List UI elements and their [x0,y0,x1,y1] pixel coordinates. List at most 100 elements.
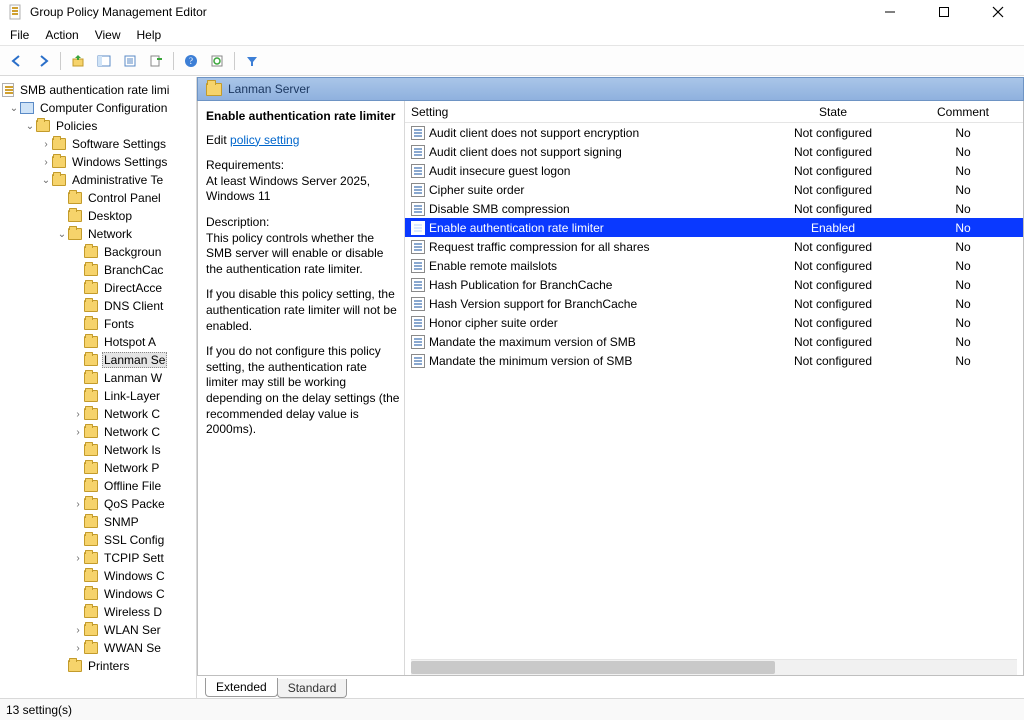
tree-network-item[interactable]: Backgroun [0,243,196,261]
tree-label: Windows C [102,569,167,583]
settings-row[interactable]: Hash Version support for BranchCacheNot … [405,294,1023,313]
tree-network-item[interactable]: DirectAcce [0,279,196,297]
folder-icon [84,246,98,258]
settings-row[interactable]: Audit client does not support signingNot… [405,142,1023,161]
tree-network-item[interactable]: Fonts [0,315,196,333]
collapse-icon[interactable]: ⌄ [56,229,68,240]
tree-software[interactable]: › Software Settings [0,135,196,153]
tree-network[interactable]: ⌄ Network [0,225,196,243]
menu-view[interactable]: View [95,28,121,42]
window-title: Group Policy Management Editor [30,5,872,19]
properties-button[interactable] [119,50,141,72]
tree-network-item[interactable]: Hotspot A [0,333,196,351]
toolbar-separator [60,52,61,70]
up-button[interactable] [67,50,89,72]
forward-button[interactable] [32,50,54,72]
help-button[interactable]: ? [180,50,202,72]
expand-icon[interactable]: › [40,139,52,150]
show-hide-tree-button[interactable] [93,50,115,72]
expand-icon[interactable]: › [72,499,84,510]
tree-network-item[interactable]: ›TCPIP Sett [0,549,196,567]
tree-network-item[interactable]: SNMP [0,513,196,531]
settings-row[interactable]: Audit client does not support encryption… [405,123,1023,142]
filter-button[interactable] [241,50,263,72]
expand-icon[interactable]: › [72,409,84,420]
scroll-thumb[interactable] [411,661,775,674]
settings-row[interactable]: Mandate the minimum version of SMBNot co… [405,351,1023,370]
tree-network-item[interactable]: Windows C [0,585,196,603]
tree-desktop[interactable]: Desktop [0,207,196,225]
settings-row[interactable]: Cipher suite orderNot configuredNo [405,180,1023,199]
tree-computer-config[interactable]: ⌄ Computer Configuration [0,99,196,117]
tree-network-item[interactable]: ›QoS Packe [0,495,196,513]
tree-printers[interactable]: Printers [0,657,196,675]
expand-icon[interactable]: › [40,157,52,168]
expand-icon[interactable]: › [72,625,84,636]
settings-row[interactable]: Mandate the maximum version of SMBNot co… [405,332,1023,351]
collapse-icon[interactable]: ⌄ [40,175,52,186]
expand-icon[interactable]: › [72,643,84,654]
settings-row[interactable]: Audit insecure guest logonNot configured… [405,161,1023,180]
tree-network-item[interactable]: ›WWAN Se [0,639,196,657]
folder-icon [84,534,98,546]
expand-icon[interactable]: › [72,553,84,564]
maximize-button[interactable] [926,0,962,24]
col-state[interactable]: State [763,105,903,119]
tree-network-item[interactable]: Windows C [0,567,196,585]
tree-admin[interactable]: ⌄ Administrative Te [0,171,196,189]
close-button[interactable] [980,0,1016,24]
collapse-icon[interactable]: ⌄ [24,121,36,132]
menu-action[interactable]: Action [45,28,78,42]
export-button[interactable] [145,50,167,72]
folder-icon [84,282,98,294]
expand-icon[interactable]: › [72,427,84,438]
setting-state: Not configured [763,335,903,349]
folder-icon [36,120,50,132]
edit-policy-link[interactable]: policy setting [230,133,299,147]
setting-icon [411,278,425,292]
back-button[interactable] [6,50,28,72]
settings-row[interactable]: Honor cipher suite orderNot configuredNo [405,313,1023,332]
tree-network-item[interactable]: › WLAN Ser [0,621,196,639]
tree-network-item[interactable]: BranchCac [0,261,196,279]
minimize-button[interactable] [872,0,908,24]
tree-network-item[interactable]: Network P [0,459,196,477]
tree-label: Windows C [102,587,167,601]
tree-root[interactable]: SMB authentication rate limi [0,81,196,99]
tree-network-item[interactable]: Offline File [0,477,196,495]
tree-network-item[interactable]: SSL Config [0,531,196,549]
collapse-icon[interactable]: ⌄ [8,103,20,114]
tree-policies[interactable]: ⌄ Policies [0,117,196,135]
refresh-button[interactable] [206,50,228,72]
tree-network-item[interactable]: Lanman W [0,369,196,387]
body-split: Enable authentication rate limiter Edit … [197,101,1024,676]
settings-row[interactable]: Enable authentication rate limiterEnable… [405,218,1023,237]
col-setting[interactable]: Setting [405,105,763,119]
setting-name: Enable authentication rate limiter [429,221,763,235]
settings-row[interactable]: Hash Publication for BranchCacheNot conf… [405,275,1023,294]
tree-network-item[interactable]: Wireless D [0,603,196,621]
tree-network-item[interactable]: Link-Layer [0,387,196,405]
settings-row[interactable]: Disable SMB compressionNot configuredNo [405,199,1023,218]
tree-label: WLAN Ser [102,623,163,637]
menu-help[interactable]: Help [137,28,162,42]
settings-row[interactable]: Request traffic compression for all shar… [405,237,1023,256]
list-body[interactable]: Audit client does not support encryption… [405,123,1023,659]
list-header[interactable]: Setting State Comment [405,101,1023,123]
tree-pane[interactable]: SMB authentication rate limi ⌄ Computer … [0,77,197,698]
menu-file[interactable]: File [10,28,29,42]
tree-network-item[interactable]: ›Network C [0,423,196,441]
tab-standard[interactable]: Standard [277,679,348,698]
col-comment[interactable]: Comment [903,105,1023,119]
setting-state: Not configured [763,297,903,311]
tree-windows[interactable]: › Windows Settings [0,153,196,171]
tree-network-item[interactable]: DNS Client [0,297,196,315]
tree-network-item[interactable]: Lanman Se [0,351,196,369]
tree-network-item[interactable]: ›Network C [0,405,196,423]
tree-control-panel[interactable]: Control Panel [0,189,196,207]
folder-icon [52,156,66,168]
tab-extended[interactable]: Extended [205,678,278,697]
tree-network-item[interactable]: Network Is [0,441,196,459]
horizontal-scrollbar[interactable] [411,659,1017,675]
settings-row[interactable]: Enable remote mailslotsNot configuredNo [405,256,1023,275]
